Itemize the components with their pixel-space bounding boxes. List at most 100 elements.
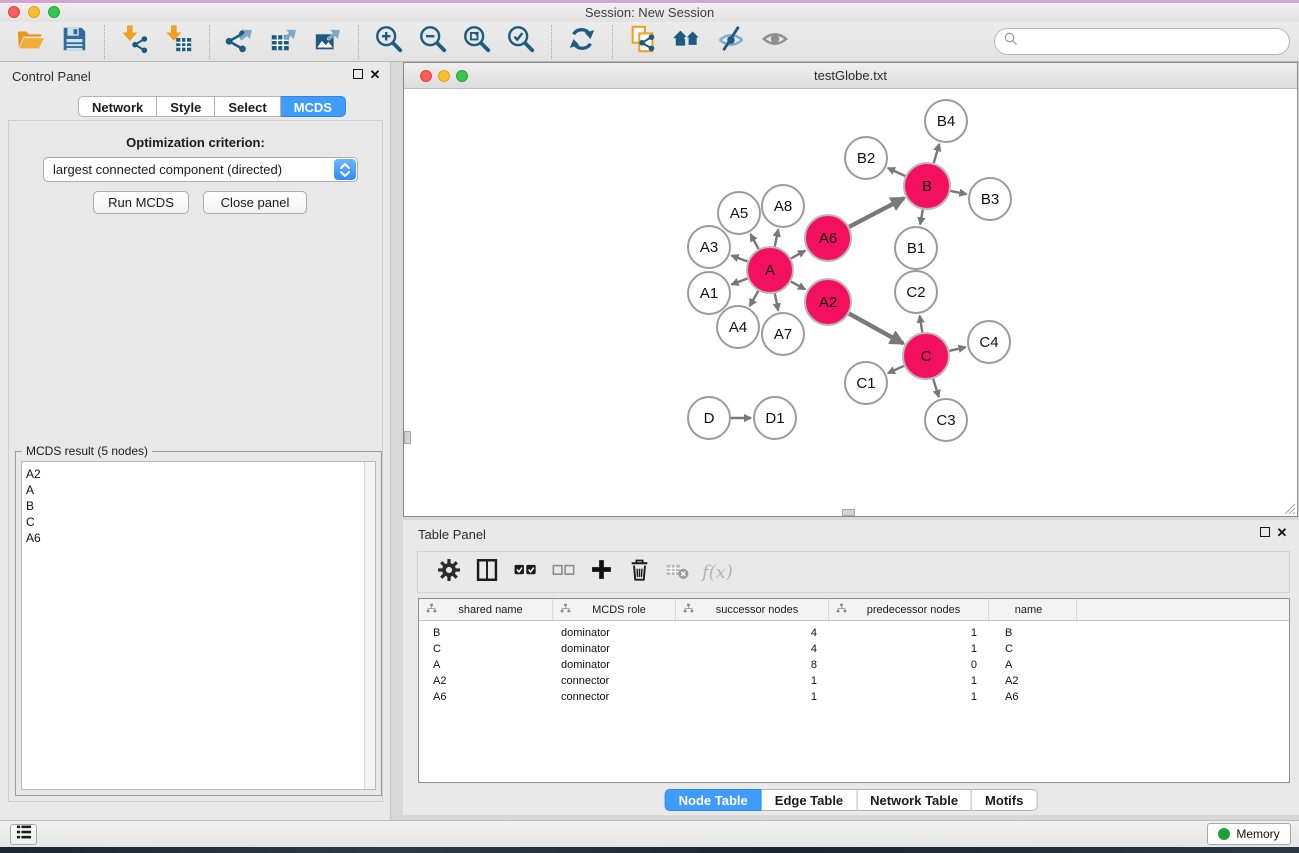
node-C4[interactable]: C4 (968, 321, 1010, 363)
edge-C-C1[interactable] (888, 366, 904, 373)
add-column-button[interactable] (582, 555, 620, 589)
resize-grip-icon[interactable] (1280, 499, 1296, 515)
node-D1[interactable]: D1 (754, 397, 796, 439)
table-row[interactable]: A6connector11A6 (419, 689, 1289, 705)
save-session-button[interactable] (52, 25, 96, 59)
close-panel-icon[interactable]: ✕ (369, 69, 381, 81)
tab-network-table[interactable]: Network Table (857, 789, 972, 811)
cell-shared-name[interactable]: B (419, 625, 553, 641)
edge-A6-B[interactable] (849, 198, 904, 227)
cell-name[interactable]: A2 (989, 673, 1077, 689)
cell-predecessor-nodes[interactable]: 1 (829, 625, 989, 641)
node-A7[interactable]: A7 (762, 313, 804, 355)
cell-successor-nodes[interactable]: 4 (676, 625, 829, 641)
node-C[interactable]: C (903, 333, 949, 379)
tab-mcds[interactable]: MCDS (281, 96, 346, 117)
tab-node-table[interactable]: Node Table (665, 789, 762, 811)
result-item[interactable]: B (22, 498, 375, 514)
node-C3[interactable]: C3 (925, 399, 967, 441)
column-header-successor-nodes[interactable]: successor nodes (676, 599, 829, 620)
edge-B-B2[interactable] (888, 168, 905, 176)
result-item[interactable]: A6 (22, 530, 375, 546)
open-session-button[interactable] (8, 25, 52, 59)
cell-successor-nodes[interactable]: 1 (676, 689, 829, 705)
close-window-button[interactable] (8, 6, 20, 18)
zoom-selected-button[interactable] (499, 25, 543, 59)
node-A8[interactable]: A8 (762, 185, 804, 227)
table-settings-button[interactable] (430, 555, 468, 589)
edge-A-A8[interactable] (775, 230, 778, 247)
mcds-result-list[interactable]: A2ABCA6 (21, 461, 376, 790)
split-columns-button[interactable] (468, 555, 506, 589)
cell-name[interactable]: A (989, 657, 1077, 673)
tab-edge-table[interactable]: Edge Table (762, 789, 857, 811)
cell-successor-nodes[interactable]: 1 (676, 673, 829, 689)
close-panel-button[interactable]: Close panel (203, 191, 307, 214)
network-window-titlebar[interactable]: testGlobe.txt (404, 63, 1297, 89)
cell-name[interactable]: A6 (989, 689, 1077, 705)
node-A5[interactable]: A5 (718, 192, 760, 234)
delete-column-button[interactable] (620, 555, 658, 589)
edge-A-A5[interactable] (751, 234, 759, 249)
network-close-button[interactable] (420, 70, 432, 82)
cell-name[interactable]: C (989, 641, 1077, 657)
edge-A-A4[interactable] (750, 291, 759, 306)
edge-A-A2[interactable] (791, 282, 805, 290)
network-horizontal-scrollbar[interactable] (842, 509, 855, 516)
edge-C-C3[interactable] (933, 379, 939, 397)
zoom-window-button[interactable] (48, 6, 60, 18)
zoom-in-button[interactable] (367, 25, 411, 59)
table-row[interactable]: A2connector11A2 (419, 673, 1289, 689)
memory-button[interactable]: Memory (1207, 823, 1291, 845)
edge-A2-C[interactable] (849, 314, 903, 344)
edge-B-B3[interactable] (951, 191, 967, 194)
node-A6[interactable]: A6 (805, 215, 851, 261)
float-panel-button[interactable] (353, 69, 363, 79)
network-zoom-button[interactable] (456, 70, 468, 82)
node-A4[interactable]: A4 (717, 306, 759, 348)
node-B1[interactable]: B1 (895, 227, 937, 269)
node-D[interactable]: D (688, 397, 730, 439)
result-item[interactable]: A2 (22, 462, 375, 482)
search-input[interactable] (1023, 34, 1289, 49)
zoom-out-button[interactable] (411, 25, 455, 59)
node-A2[interactable]: A2 (805, 279, 851, 325)
select-all-button[interactable] (506, 555, 544, 589)
node-B[interactable]: B (904, 163, 950, 209)
column-header-MCDS-role[interactable]: MCDS role (553, 599, 676, 620)
result-item[interactable]: A (22, 482, 375, 498)
cell-successor-nodes[interactable]: 8 (676, 657, 829, 673)
node-C1[interactable]: C1 (845, 362, 887, 404)
search-box[interactable] (994, 28, 1290, 55)
edge-C-C4[interactable] (949, 347, 965, 351)
float-table-panel-button[interactable] (1260, 527, 1270, 537)
cell-shared-name[interactable]: A6 (419, 689, 553, 705)
cell-name[interactable]: B (989, 625, 1077, 641)
table-row[interactable]: Cdominator41C (419, 641, 1289, 657)
column-header-shared-name[interactable]: shared name (419, 599, 553, 620)
cell-MCDS-role[interactable]: dominator (553, 625, 676, 641)
network-vertical-scrollbar[interactable] (404, 431, 411, 444)
deselect-all-button[interactable] (544, 555, 582, 589)
cell-MCDS-role[interactable]: dominator (553, 657, 676, 673)
cell-MCDS-role[interactable]: connector (553, 673, 676, 689)
edge-A-A6[interactable] (791, 251, 805, 259)
minimize-window-button[interactable] (28, 6, 40, 18)
node-B2[interactable]: B2 (845, 137, 887, 179)
export-table-button[interactable] (262, 25, 306, 59)
tab-select[interactable]: Select (215, 96, 280, 117)
edge-A-A1[interactable] (732, 279, 748, 285)
table-row[interactable]: Adominator80A (419, 657, 1289, 673)
cell-shared-name[interactable]: A (419, 657, 553, 673)
tab-motifs[interactable]: Motifs (972, 789, 1037, 811)
cell-predecessor-nodes[interactable]: 1 (829, 689, 989, 705)
node-B3[interactable]: B3 (969, 178, 1011, 220)
node-C2[interactable]: C2 (895, 271, 937, 313)
clone-network-button[interactable] (621, 25, 665, 59)
node-A3[interactable]: A3 (688, 226, 730, 268)
cell-MCDS-role[interactable]: dominator (553, 641, 676, 657)
cell-predecessor-nodes[interactable]: 1 (829, 673, 989, 689)
run-mcds-button[interactable]: Run MCDS (93, 191, 189, 214)
import-network-button[interactable] (113, 25, 157, 59)
tab-network[interactable]: Network (78, 96, 157, 117)
